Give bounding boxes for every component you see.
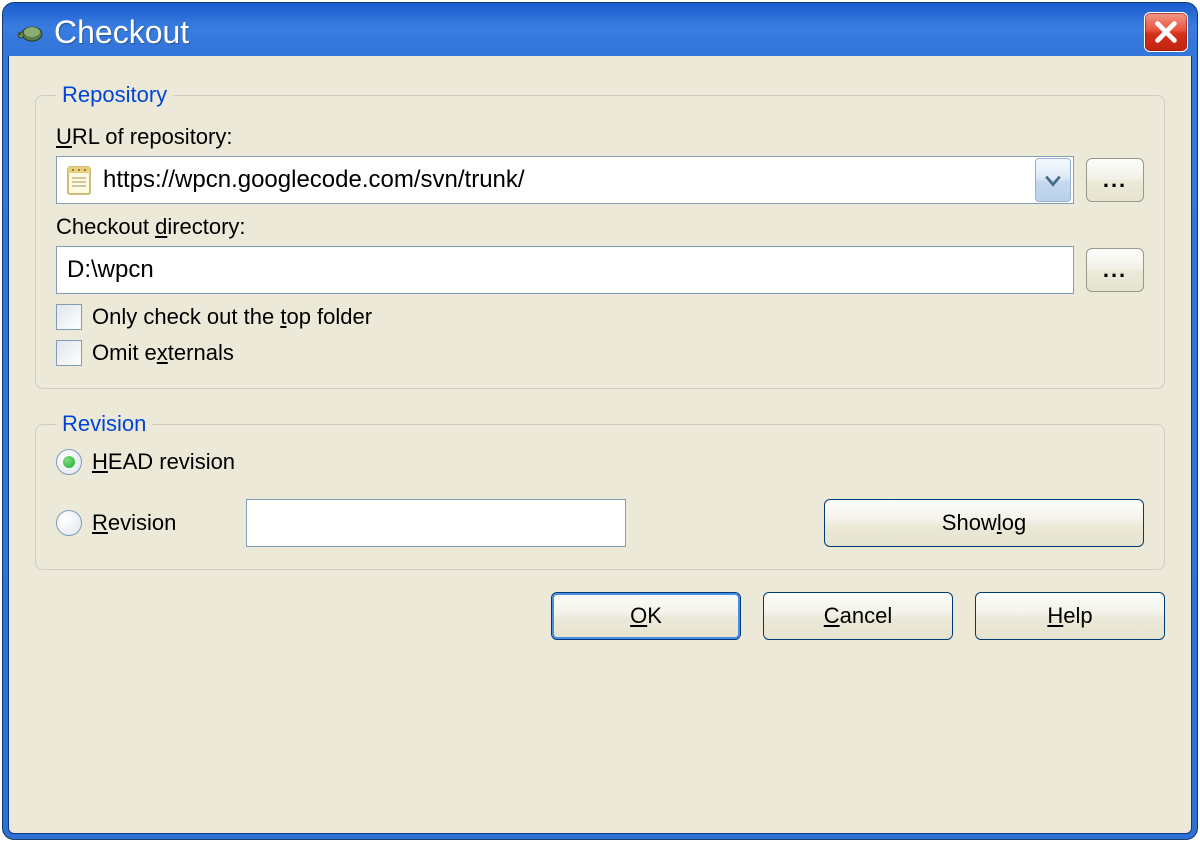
- dir-browse-button[interactable]: ...: [1086, 248, 1144, 292]
- url-combobox[interactable]: https://wpcn.googlecode.com/svn/trunk/: [56, 156, 1074, 204]
- help-button[interactable]: Help: [975, 592, 1165, 640]
- close-button[interactable]: [1144, 12, 1188, 52]
- url-label: URL of repository:: [56, 124, 1144, 150]
- tortoisesvn-icon: [16, 20, 44, 44]
- notepad-icon: [65, 164, 93, 196]
- titlebar[interactable]: Checkout: [8, 8, 1192, 56]
- cancel-button[interactable]: Cancel: [763, 592, 953, 640]
- top-folder-checkbox[interactable]: Only check out the top folder: [56, 304, 1144, 330]
- revision-label: Revision: [92, 510, 176, 536]
- top-folder-label: Only check out the top folder: [92, 304, 372, 330]
- radio-icon: [56, 449, 82, 475]
- client-area: Repository URL of repository:: [8, 56, 1192, 834]
- head-revision-label: HEAD revision: [92, 449, 235, 475]
- repository-group: Repository URL of repository:: [35, 82, 1165, 389]
- checkbox-icon: [56, 304, 82, 330]
- omit-externals-checkbox[interactable]: Omit externals: [56, 340, 1144, 366]
- close-icon: [1154, 20, 1178, 44]
- url-browse-button[interactable]: ...: [1086, 158, 1144, 202]
- checkout-dir-input[interactable]: D:\wpcn: [56, 246, 1074, 294]
- revision-legend: Revision: [56, 411, 152, 437]
- chevron-down-icon: [1044, 171, 1062, 189]
- checkbox-icon: [56, 340, 82, 366]
- repository-legend: Repository: [56, 82, 173, 108]
- checkout-dir-label: Checkout directory:: [56, 214, 1144, 240]
- revision-radio[interactable]: Revision: [56, 510, 176, 536]
- radio-icon: [56, 510, 82, 536]
- dialog-buttons: OK Cancel Help: [35, 592, 1165, 640]
- head-revision-radio[interactable]: HEAD revision: [56, 449, 1144, 475]
- show-log-button[interactable]: Show log: [824, 499, 1144, 547]
- omit-externals-label: Omit externals: [92, 340, 234, 366]
- checkout-dialog: Checkout Repository URL of repository:: [2, 2, 1198, 840]
- url-dropdown-button[interactable]: [1035, 158, 1071, 202]
- revision-group: Revision HEAD revision Revision Show log: [35, 411, 1165, 570]
- revision-input[interactable]: [246, 499, 626, 547]
- url-value: https://wpcn.googlecode.com/svn/trunk/: [103, 166, 1033, 194]
- window-title: Checkout: [54, 14, 1144, 51]
- ok-button[interactable]: OK: [551, 592, 741, 640]
